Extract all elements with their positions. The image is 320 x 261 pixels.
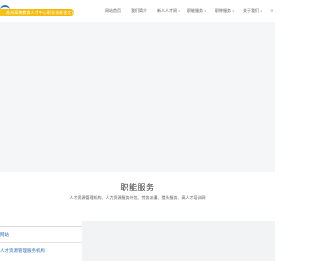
list-item-label: 人才资源管理服务机构: [0, 248, 45, 253]
logo-text: 苏州高博教育人才中心职业技能鉴定站: [6, 10, 76, 15]
list-item[interactable]: 网站: [0, 226, 82, 242]
section-title: 职能服务: [120, 183, 155, 192]
nav-item-contact[interactable]: 关于我们 ∨: [243, 7, 262, 15]
site-logo[interactable]: 苏州高博教育人才中心职业技能鉴定站: [0, 5, 78, 16]
section-subtitle: 人才资源管理机构、人力资源服务外包、劳务派遣、猎头服务、高人才培训网: [69, 195, 206, 200]
list-item[interactable]: 人才资源管理服务机构: [0, 242, 82, 258]
chevron-down-icon: ∨: [178, 9, 181, 13]
nav-item-label: 关于我们: [243, 8, 259, 13]
list-item-label: 网站: [0, 232, 9, 237]
nav-item-titles[interactable]: 职称服务 ∨: [215, 7, 234, 15]
nav-item-more[interactable]: ㅇ: [270, 7, 274, 15]
chevron-down-icon: ∨: [260, 9, 263, 13]
chevron-down-icon: ∨: [204, 9, 207, 13]
nav-item-label: 我们简介: [131, 8, 147, 13]
service-list: 网站 人才资源管理服务机构: [0, 226, 82, 258]
detail-panel: [82, 221, 275, 261]
nav-item-label: 网站首页: [105, 8, 121, 13]
nav-item-label: 新人人才网: [157, 8, 177, 13]
hero-banner: [0, 22, 275, 172]
nav-item-services[interactable]: 职能服务 ∨: [187, 7, 206, 15]
nav-item-label: 职能服务: [187, 8, 203, 13]
nav-item-label: 职称服务: [215, 8, 231, 13]
nav-item-label: ㅇ: [270, 8, 274, 13]
site-header: 苏州高博教育人才中心职业技能鉴定站 网站首页 我们简介 新人人才网 ∨ 职能服务…: [0, 0, 275, 22]
nav-item-home[interactable]: 网站首页: [105, 7, 121, 15]
nav-item-about[interactable]: 我们简介: [131, 7, 147, 15]
chevron-down-icon: ∨: [232, 9, 235, 13]
nav-item-talent[interactable]: 新人人才网 ∨: [157, 7, 180, 15]
page: 苏州高博教育人才中心职业技能鉴定站 网站首页 我们简介 新人人才网 ∨ 职能服务…: [0, 0, 275, 261]
